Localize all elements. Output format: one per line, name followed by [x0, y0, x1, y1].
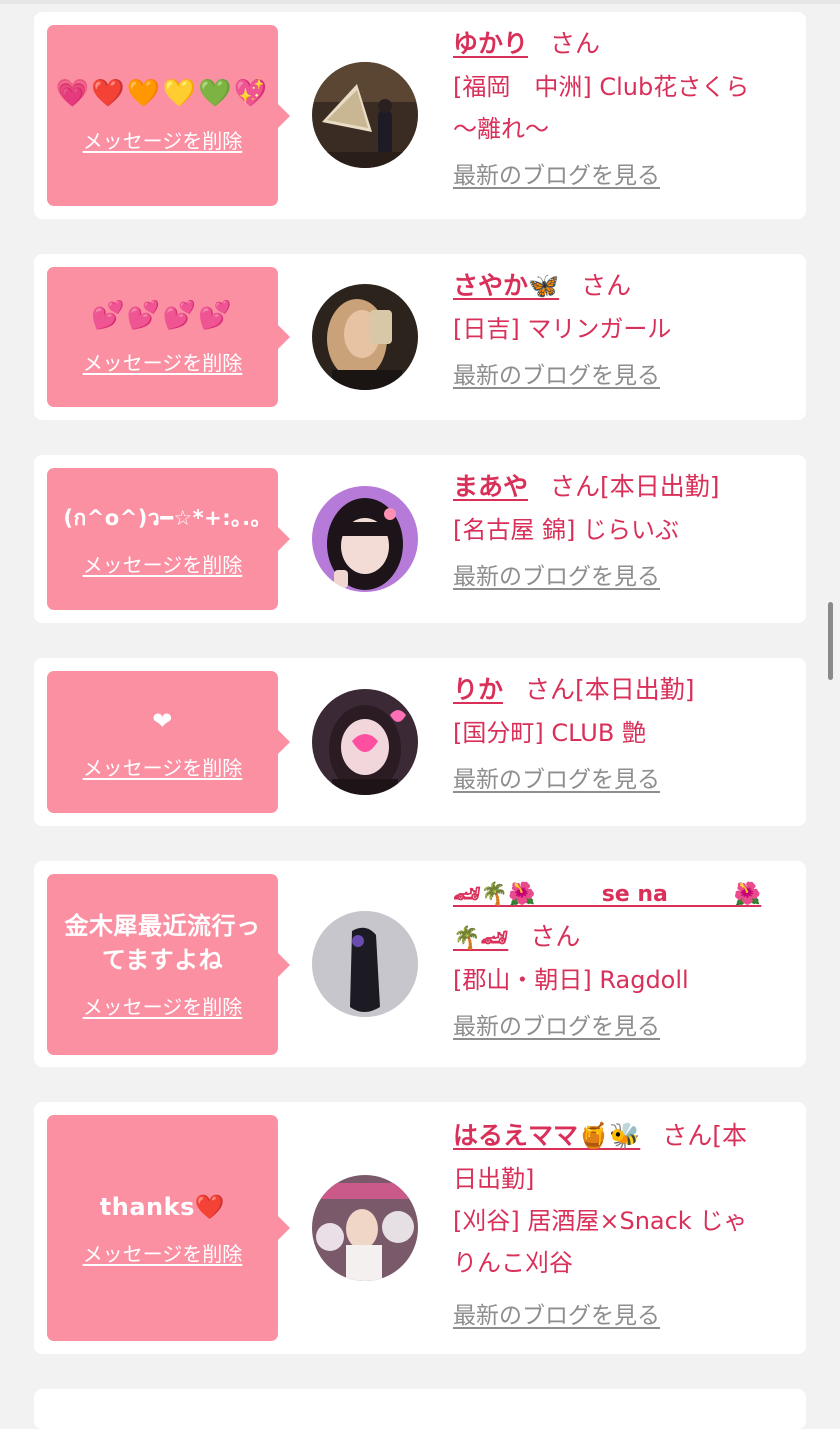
cast-info: さやか🦋 さん [日吉] マリンガール 最新のブログを見る — [453, 264, 788, 390]
message-card: ❤ メッセージを削除 りか さん[本日出勤] [国分町] CLUB 艶 最新のブロ… — [34, 658, 806, 826]
honorific: さん — [550, 472, 601, 501]
message-text: 金木犀最近流行ってますよね — [64, 912, 261, 974]
delete-message-link[interactable]: メッセージを削除 — [83, 125, 243, 154]
delete-message-link[interactable]: メッセージを削除 — [83, 347, 243, 376]
cast-name-link[interactable]: はるえママ🍯🐝 — [453, 1121, 640, 1150]
attendance-status: [本日出勤] — [575, 675, 695, 704]
name-line: さやか🦋 さん — [453, 264, 788, 308]
attendance-status-cont: 日出勤] — [453, 1165, 535, 1193]
delete-message-link[interactable]: メッセージを削除 — [83, 991, 243, 1020]
avatar[interactable] — [312, 689, 418, 795]
avatar[interactable] — [312, 62, 418, 168]
latest-blog-link[interactable]: 最新のブログを見る — [453, 356, 660, 390]
latest-blog-link[interactable]: 最新のブログを見る — [453, 1296, 660, 1330]
delete-message-link[interactable]: メッセージを削除 — [83, 1238, 243, 1267]
message-card: 金木犀最近流行ってますよね メッセージを削除 🏎🌴🌺 se na 🌺 🌴🏎 さん … — [34, 861, 806, 1067]
delete-message-link[interactable]: メッセージを削除 — [83, 752, 243, 781]
message-card — [34, 1389, 806, 1429]
name-line: 🏎🌴🌺 se na 🌺 — [453, 871, 788, 917]
name-line: 🌴🏎 さん — [453, 917, 788, 959]
cast-name-link[interactable]: 🌴🏎 — [453, 926, 508, 951]
cast-name-link[interactable]: 🏎🌴🌺 se na 🌺 — [453, 882, 761, 907]
scrollbar[interactable] — [828, 602, 833, 680]
shop-name-cont: りんこ刈谷 — [453, 1249, 573, 1277]
message-card: thanks❤️ メッセージを削除 はるえママ🍯🐝 さん[本 日出勤] [刈谷] … — [34, 1102, 806, 1354]
cast-name-link[interactable]: まあや — [453, 472, 528, 501]
cast-info: はるえママ🍯🐝 さん[本 日出勤] [刈谷] 居酒屋×Snack じゃ りんこ刈谷… — [453, 1114, 788, 1330]
shop-name: [刈谷] 居酒屋×Snack じゃ — [453, 1207, 748, 1235]
avatar[interactable] — [312, 1175, 418, 1281]
shop-name-cont: 〜離れ〜 — [453, 115, 549, 143]
shop-name: [国分町] CLUB 艶 — [453, 719, 646, 747]
name-line: まあや さん[本日出勤] — [453, 465, 788, 509]
attendance-status: [本日出勤] — [600, 472, 720, 501]
message-text: ❤ — [152, 706, 173, 735]
avatar[interactable] — [312, 486, 418, 592]
message-text: thanks❤️ — [99, 1192, 226, 1221]
message-bubble: 金木犀最近流行ってますよね メッセージを削除 — [47, 874, 290, 1055]
avatar[interactable] — [312, 911, 418, 1017]
message-bubble: ❤ メッセージを削除 — [47, 671, 290, 813]
message-card: (ก^o^)ว━☆*+:｡.｡ メッセージを削除 まあや さん[本日出勤] [名古… — [34, 455, 806, 623]
message-text: 💗❤️🧡💛💚💖 — [55, 78, 270, 109]
message-text: (ก^o^)ว━☆*+:｡.｡ — [63, 505, 262, 530]
latest-blog-link[interactable]: 最新のブログを見る — [453, 156, 660, 190]
latest-blog-link[interactable]: 最新のブログを見る — [453, 1007, 660, 1041]
shop-name: [福岡 中洲] Club花さくら — [453, 73, 750, 101]
latest-blog-link[interactable]: 最新のブログを見る — [453, 557, 660, 591]
honorific: さん — [525, 675, 576, 704]
cast-info: まあや さん[本日出勤] [名古屋 錦] じらいぶ 最新のブログを見る — [453, 465, 788, 591]
cast-info: 🏎🌴🌺 se na 🌺 🌴🏎 さん [郡山・朝日] Ragdoll 最新のブログを… — [453, 871, 788, 1041]
message-card: 💕💕💕💕 メッセージを削除 さやか🦋 さん [日吉] マリンガール 最新のブログを… — [34, 254, 806, 420]
honorific: さん — [530, 922, 581, 951]
attendance-status: [本 — [712, 1121, 748, 1150]
message-bubble: (ก^o^)ว━☆*+:｡.｡ メッセージを削除 — [47, 468, 290, 610]
top-divider — [0, 0, 840, 4]
message-text: 💕💕💕💕 — [91, 299, 234, 331]
honorific: さん — [662, 1121, 713, 1150]
shop-name: [日吉] マリンガール — [453, 315, 672, 343]
message-card: 💗❤️🧡💛💚💖 メッセージを削除 ゆかり さん [福岡 中洲] Club花さくら … — [34, 12, 806, 219]
cast-name-link[interactable]: ゆかり — [453, 29, 528, 58]
cast-name-link[interactable]: さやか🦋 — [453, 271, 559, 300]
avatar[interactable] — [312, 284, 418, 390]
honorific: さん — [550, 29, 601, 58]
delete-message-link[interactable]: メッセージを削除 — [83, 549, 243, 578]
name-line: はるえママ🍯🐝 さん[本 — [453, 1114, 788, 1158]
honorific: さん — [581, 271, 632, 300]
latest-blog-link[interactable]: 最新のブログを見る — [453, 760, 660, 794]
message-bubble: thanks❤️ メッセージを削除 — [47, 1115, 290, 1341]
name-line: ゆかり さん — [453, 22, 788, 66]
shop-name: [名古屋 錦] じらいぶ — [453, 516, 679, 544]
cast-info: りか さん[本日出勤] [国分町] CLUB 艶 最新のブログを見る — [453, 668, 788, 794]
message-bubble: 💕💕💕💕 メッセージを削除 — [47, 267, 290, 407]
message-bubble: 💗❤️🧡💛💚💖 メッセージを削除 — [47, 25, 290, 206]
name-line: りか さん[本日出勤] — [453, 668, 788, 712]
cast-info: ゆかり さん [福岡 中洲] Club花さくら 〜離れ〜 最新のブログを見る — [453, 22, 788, 190]
shop-name: [郡山・朝日] Ragdoll — [453, 966, 689, 994]
cast-name-link[interactable]: りか — [453, 675, 503, 704]
